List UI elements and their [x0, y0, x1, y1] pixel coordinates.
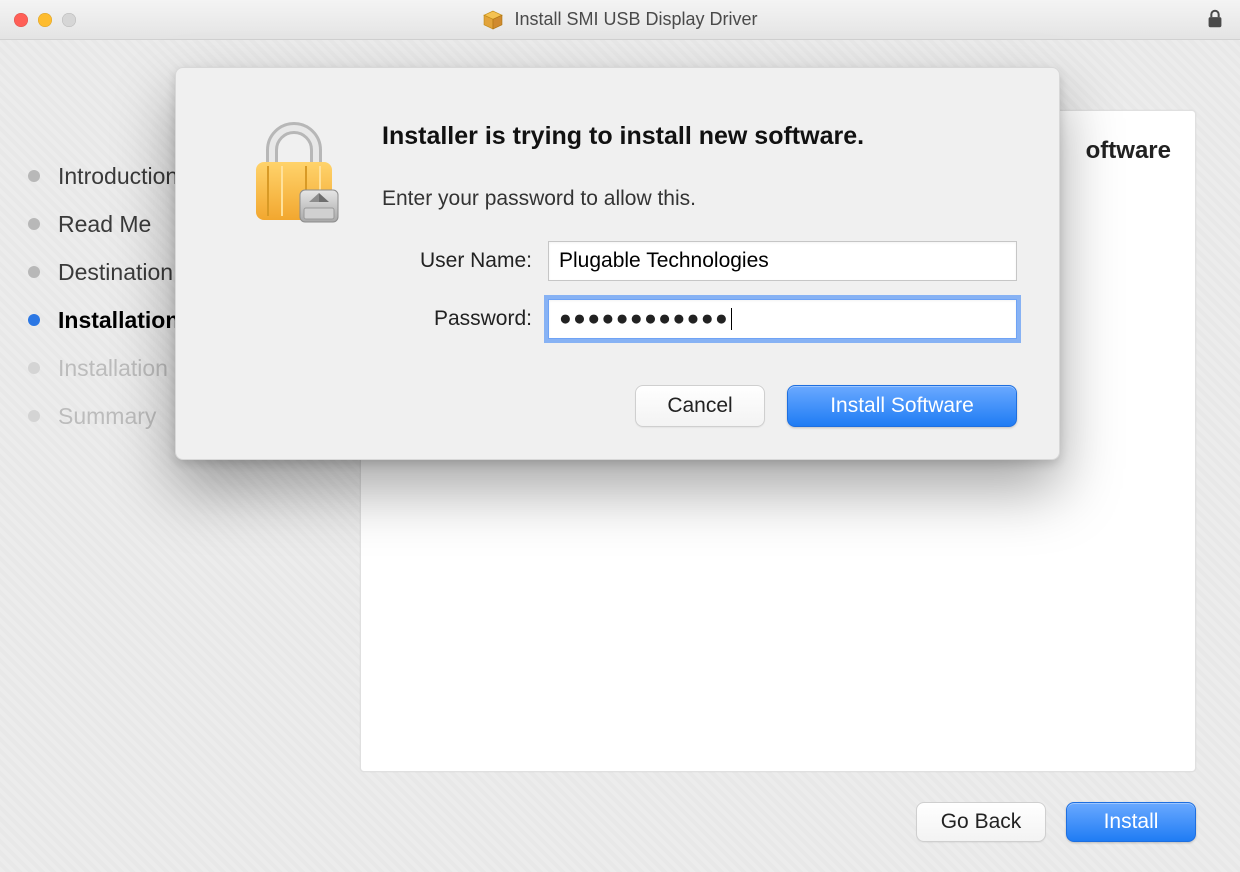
username-label: User Name: — [382, 249, 532, 273]
step-label: Read Me — [58, 213, 151, 236]
password-label: Password: — [382, 307, 532, 331]
username-row: User Name: — [382, 241, 1017, 281]
lock-icon — [1204, 8, 1226, 30]
text-caret — [731, 308, 732, 330]
step-label: Introduction — [58, 165, 178, 188]
username-input[interactable] — [548, 241, 1017, 281]
window-controls — [14, 13, 76, 27]
minimize-window-button[interactable] — [38, 13, 52, 27]
step-dot-icon — [28, 362, 40, 374]
window-title: Install SMI USB Display Driver — [514, 9, 757, 30]
go-back-button[interactable]: Go Back — [916, 802, 1046, 842]
go-back-button-label: Go Back — [941, 810, 1022, 834]
auth-dialog-buttons: Cancel Install Software — [382, 385, 1017, 427]
auth-heading: Installer is trying to install new softw… — [382, 122, 1017, 151]
install-software-button[interactable]: Install Software — [787, 385, 1017, 427]
step-label: Summary — [58, 405, 156, 428]
close-window-button[interactable] — [14, 13, 28, 27]
footer-buttons: Go Back Install — [916, 802, 1196, 842]
step-dot-icon — [28, 266, 40, 278]
password-input[interactable]: ●●●●●●●●●●●● — [548, 299, 1017, 339]
step-dot-icon — [28, 170, 40, 182]
authentication-dialog: Installer is trying to install new softw… — [175, 67, 1060, 460]
auth-subtext: Enter your password to allow this. — [382, 187, 1017, 211]
install-software-button-label: Install Software — [830, 394, 974, 418]
install-button[interactable]: Install — [1066, 802, 1196, 842]
cancel-button[interactable]: Cancel — [635, 385, 765, 427]
auth-dialog-body: Installer is trying to install new softw… — [382, 116, 1017, 427]
step-dot-icon — [28, 218, 40, 230]
window-body: oftware Introduction Read Me Destination… — [0, 40, 1240, 872]
step-dot-icon — [28, 410, 40, 422]
password-mask: ●●●●●●●●●●●● — [559, 307, 729, 331]
security-lock-icon — [234, 110, 354, 230]
install-button-label: Install — [1104, 810, 1159, 834]
step-dot-icon — [28, 314, 40, 326]
package-icon — [482, 9, 504, 31]
cancel-button-label: Cancel — [667, 394, 732, 418]
titlebar: Install SMI USB Display Driver — [0, 0, 1240, 40]
window-title-area: Install SMI USB Display Driver — [0, 9, 1240, 31]
password-row: Password: ●●●●●●●●●●●● — [382, 299, 1017, 339]
step-label: Installation — [58, 357, 168, 380]
zoom-window-button[interactable] — [62, 13, 76, 27]
